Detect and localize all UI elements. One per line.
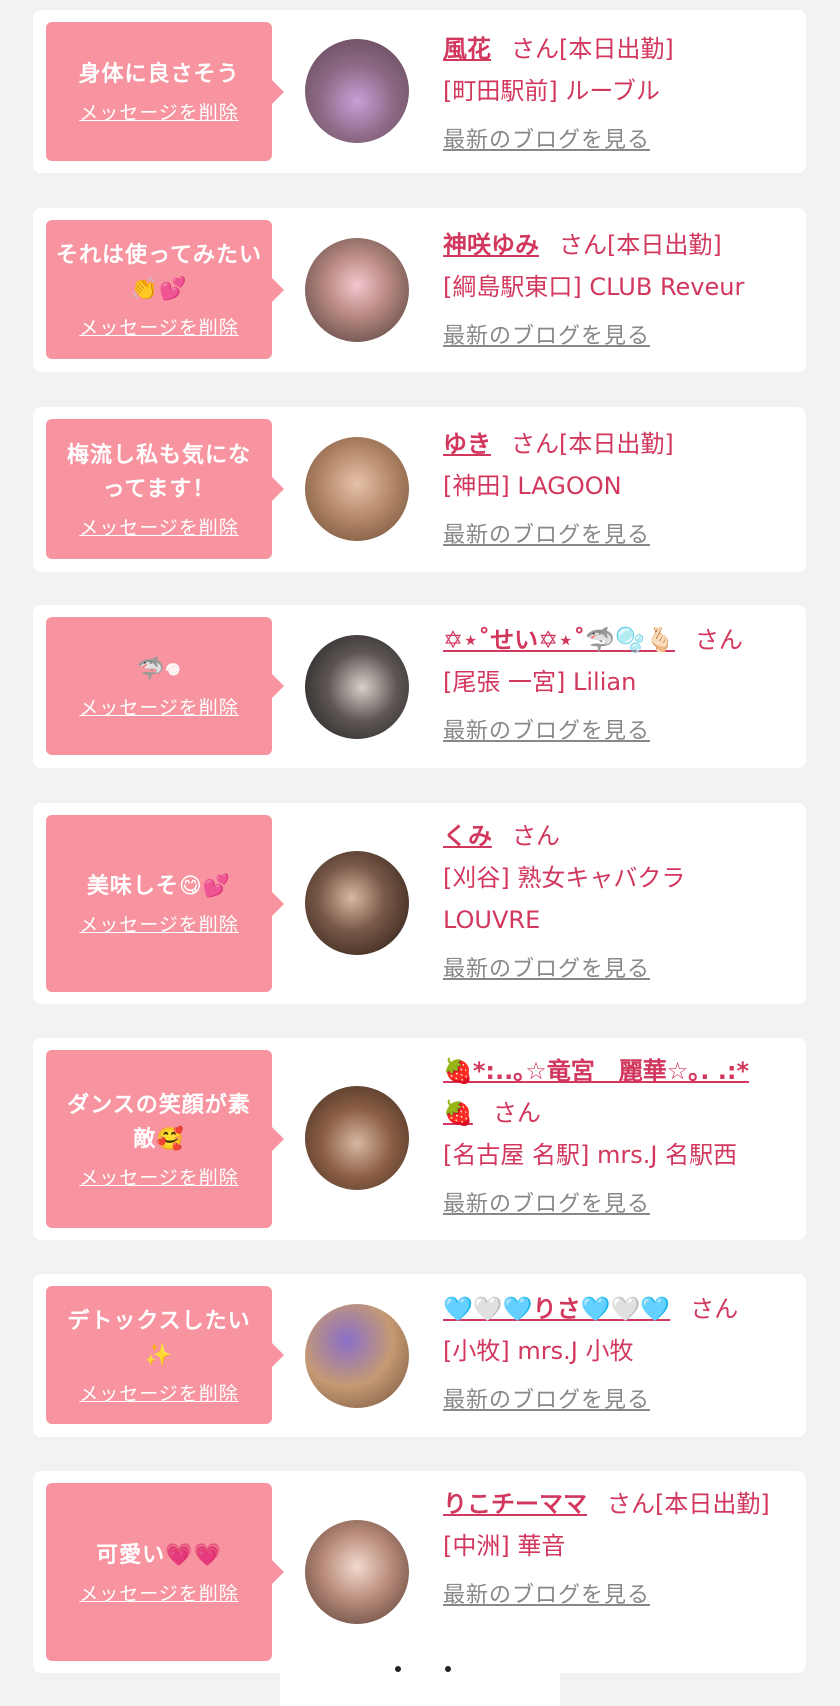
delete-message-link[interactable]: メッセージを削除 — [79, 693, 239, 720]
message-text: それは使ってみたい👏💕 — [56, 243, 262, 302]
message-text: 美味しそ😋💕 — [86, 874, 232, 899]
message-card: デトックスしたい✨ メッセージを削除 🩵🤍🩵りさ🩵🤍🩵 さん [小牧] mrs.J… — [33, 1274, 806, 1437]
avatar[interactable] — [305, 851, 409, 955]
profile-info: 🩵🤍🩵りさ🩵🤍🩵 さん [小牧] mrs.J 小牧 最新のブログを見る — [443, 1288, 788, 1414]
status-text: [本日出勤] — [607, 231, 722, 259]
message-card: 可愛い💗💗 メッセージを削除 りこチーママ さん[本日出勤] [中洲] 華音 最新… — [33, 1471, 806, 1673]
shop-text: [町田駅前] ルーブル — [443, 77, 660, 105]
profile-name-link[interactable]: 🍓*:..｡☆竜宮 麗華☆｡. .:*🍓 — [443, 1057, 749, 1127]
honorific: さん — [607, 1490, 655, 1518]
avatar[interactable] — [305, 1086, 409, 1190]
message-bubble: 🦈𖦹 メッセージを削除 — [46, 617, 284, 755]
message-card: ダンスの笑顔が素敵🥰 メッセージを削除 🍓*:..｡☆竜宮 麗華☆｡. .:*🍓… — [33, 1038, 806, 1240]
profile-info: ✡⋆˚せい✡⋆˚🦈🫧🫰🏻 さん [尾張 一宮] Lilian 最新のブログを見る — [443, 619, 788, 745]
shop-text: [綱島駅東口] CLUB Reveur — [443, 273, 745, 301]
profile-name-link[interactable]: りこチーママ — [443, 1490, 587, 1518]
message-text: デトックスしたい✨ — [67, 1308, 251, 1368]
status-text: [本日出勤] — [559, 430, 674, 458]
avatar[interactable] — [305, 635, 409, 739]
shop-text: [名古屋 名駅] mrs.J 名駅西 — [443, 1141, 738, 1169]
shop-text: [小牧] mrs.J 小牧 — [443, 1337, 634, 1365]
profile-name-link[interactable]: くみ — [443, 822, 492, 850]
honorific: さん — [559, 231, 607, 259]
avatar[interactable] — [305, 39, 409, 143]
delete-message-link[interactable]: メッセージを削除 — [79, 513, 239, 540]
profile-info: 🍓*:..｡☆竜宮 麗華☆｡. .:*🍓 さん [名古屋 名駅] mrs.J 名駅… — [443, 1050, 788, 1218]
latest-blog-link[interactable]: 最新のブログを見る — [443, 713, 650, 745]
message-text: 🦈𖦹 — [136, 656, 182, 682]
profile-name-link[interactable]: ✡⋆˚せい✡⋆˚🦈🫧🫰🏻 — [443, 626, 675, 654]
profile-info: 風花 さん[本日出勤] [町田駅前] ルーブル 最新のブログを見る — [443, 28, 788, 154]
profile-info: ゆき さん[本日出勤] [神田] LAGOON 最新のブログを見る — [443, 423, 788, 549]
message-bubble: 身体に良さそう メッセージを削除 — [46, 22, 284, 161]
profile-info: くみ さん [刈谷] 熟女キャバクラLOUVRE 最新のブログを見る — [443, 815, 788, 983]
shop-text: [尾張 一宮] Lilian — [443, 668, 637, 696]
delete-message-link[interactable]: メッセージを削除 — [79, 98, 239, 125]
message-text: ダンスの笑顔が素敵🥰 — [67, 1092, 251, 1152]
shop-text: [中洲] 華音 — [443, 1532, 566, 1560]
message-card: それは使ってみたい👏💕 メッセージを削除 神咲ゆみ さん[本日出勤] [綱島駅東口… — [33, 208, 806, 372]
nav-dot — [445, 1666, 451, 1672]
latest-blog-link[interactable]: 最新のブログを見る — [443, 318, 650, 350]
profile-info: 神咲ゆみ さん[本日出勤] [綱島駅東口] CLUB Reveur 最新のブログを… — [443, 224, 788, 350]
honorific: さん — [511, 35, 559, 63]
message-card: 梅流し私も気になってます！ メッセージを削除 ゆき さん[本日出勤] [神田] L… — [33, 407, 806, 572]
latest-blog-link[interactable]: 最新のブログを見る — [443, 122, 650, 154]
latest-blog-link[interactable]: 最新のブログを見る — [443, 951, 650, 983]
honorific: さん — [694, 626, 743, 654]
message-card: 身体に良さそう メッセージを削除 風花 さん[本日出勤] [町田駅前] ルーブル … — [33, 10, 806, 173]
shop-text: [刈谷] 熟女キャバクラLOUVRE — [443, 864, 686, 934]
message-bubble: 美味しそ😋💕 メッセージを削除 — [46, 815, 284, 992]
avatar[interactable] — [305, 238, 409, 342]
message-bubble: ダンスの笑顔が素敵🥰 メッセージを削除 — [46, 1050, 284, 1228]
delete-message-link[interactable]: メッセージを削除 — [79, 1579, 239, 1606]
profile-name-link[interactable]: 神咲ゆみ — [443, 231, 539, 259]
delete-message-link[interactable]: メッセージを削除 — [79, 1379, 239, 1406]
profile-name-link[interactable]: 風花 — [443, 35, 491, 63]
latest-blog-link[interactable]: 最新のブログを見る — [443, 1382, 650, 1414]
status-text: [本日出勤] — [559, 35, 674, 63]
shop-text: [神田] LAGOON — [443, 472, 622, 500]
profile-info: りこチーママ さん[本日出勤] [中洲] 華音 最新のブログを見る — [443, 1483, 788, 1609]
profile-name-link[interactable]: 🩵🤍🩵りさ🩵🤍🩵 — [443, 1295, 670, 1323]
message-bubble: それは使ってみたい👏💕 メッセージを削除 — [46, 220, 284, 359]
delete-message-link[interactable]: メッセージを削除 — [79, 910, 239, 937]
profile-name-link[interactable]: ゆき — [443, 430, 491, 458]
latest-blog-link[interactable]: 最新のブログを見る — [443, 1186, 650, 1218]
message-text: 可愛い💗💗 — [96, 1542, 222, 1568]
message-card: 美味しそ😋💕 メッセージを削除 くみ さん [刈谷] 熟女キャバクラLOUVRE … — [33, 803, 806, 1004]
avatar[interactable] — [305, 437, 409, 541]
honorific: さん — [511, 822, 560, 850]
nav-dot — [395, 1666, 401, 1672]
honorific: さん — [511, 430, 559, 458]
status-text: [本日出勤] — [655, 1490, 770, 1518]
avatar[interactable] — [305, 1520, 409, 1624]
bottom-nav-handle — [280, 1646, 560, 1706]
avatar[interactable] — [305, 1304, 409, 1408]
message-bubble: 梅流し私も気になってます！ メッセージを削除 — [46, 419, 284, 559]
latest-blog-link[interactable]: 最新のブログを見る — [443, 1577, 650, 1609]
message-text: 梅流し私も気になってます！ — [66, 442, 251, 502]
delete-message-link[interactable]: メッセージを削除 — [79, 313, 239, 340]
latest-blog-link[interactable]: 最新のブログを見る — [443, 517, 650, 549]
honorific: さん — [690, 1295, 739, 1323]
message-card: 🦈𖦹 メッセージを削除 ✡⋆˚せい✡⋆˚🦈🫧🫰🏻 さん [尾張 一宮] Lilia… — [33, 605, 806, 768]
message-text: 身体に良さそう — [78, 62, 240, 87]
delete-message-link[interactable]: メッセージを削除 — [79, 1163, 239, 1190]
message-bubble: デトックスしたい✨ メッセージを削除 — [46, 1286, 284, 1424]
message-bubble: 可愛い💗💗 メッセージを削除 — [46, 1483, 284, 1661]
honorific: さん — [492, 1099, 541, 1127]
